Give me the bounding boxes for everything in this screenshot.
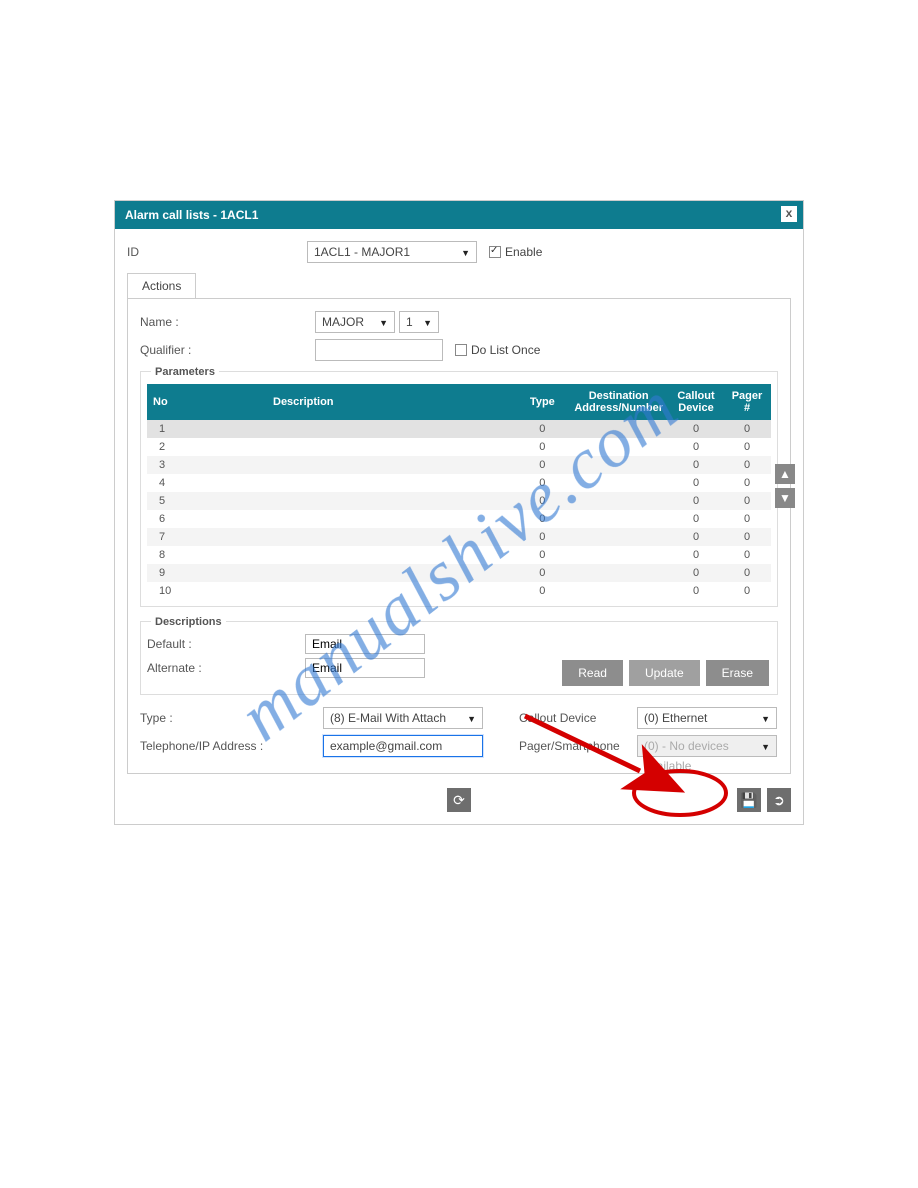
table-row[interactable]: 3000 [147,456,771,474]
th-pager: Pager # [723,384,771,420]
enable-checkbox[interactable] [489,246,501,258]
parameters-title: Parameters [151,366,219,378]
exit-button[interactable]: ➲ [767,788,791,812]
update-button[interactable]: Update [629,660,700,686]
qualifier-input[interactable] [315,339,443,361]
tab-actions[interactable]: Actions [127,273,196,298]
name-select-major[interactable]: MAJOR [315,311,395,333]
exit-icon: ➲ [773,792,785,808]
actions-panel: Name : MAJOR 1 Qualifier : Do List Once … [127,298,791,774]
close-button[interactable]: x [781,206,797,222]
alternate-label: Alternate : [147,661,297,675]
dialog-title: Alarm call lists - 1ACL1 [125,208,258,222]
th-call: Callout Device [669,384,723,420]
table-row[interactable]: 8000 [147,546,771,564]
telephone-input[interactable] [323,735,483,757]
table-row[interactable]: 1000 [147,420,771,438]
callout-device-label: Callout Device [519,711,629,725]
qualifier-label: Qualifier : [140,343,315,357]
descriptions-title: Descriptions [151,616,226,628]
parameters-table: No Description Type Destination Address/… [147,384,771,600]
type-label: Type : [140,711,315,725]
row-down-button[interactable]: ▼ [775,488,795,508]
do-list-once-label: Do List Once [471,343,540,357]
enable-label: Enable [505,245,542,259]
table-row[interactable]: 5000 [147,492,771,510]
name-label: Name : [140,315,315,329]
do-list-once-checkbox[interactable] [455,344,467,356]
table-row[interactable]: 9000 [147,564,771,582]
save-button[interactable]: 💾 [737,788,761,812]
alternate-input[interactable] [305,658,425,678]
th-type: Type [516,384,568,420]
parameters-table-wrap: No Description Type Destination Address/… [147,384,771,600]
default-label: Default : [147,637,297,651]
th-no: No [147,384,267,420]
default-input[interactable] [305,634,425,654]
title-bar: Alarm call lists - 1ACL1 x [115,201,803,229]
telephone-label: Telephone/IP Address : [140,739,315,753]
name-select-index[interactable]: 1 [399,311,439,333]
pager-select: (0) - No devices available [637,735,777,757]
erase-button[interactable]: Erase [706,660,769,686]
id-label: ID [127,245,307,259]
type-select[interactable]: (8) E-Mail With Attach [323,707,483,729]
th-dest: Destination Address/Number [568,384,669,420]
id-select[interactable]: 1ACL1 - MAJOR1 [307,241,477,263]
save-icon: 💾 [740,792,757,808]
refresh-icon: ⟳ [453,792,465,808]
callout-device-select[interactable]: (0) Ethernet [637,707,777,729]
refresh-button[interactable]: ⟳ [447,788,471,812]
table-row[interactable]: 4000 [147,474,771,492]
row-up-button[interactable]: ▲ [775,464,795,484]
table-row[interactable]: 6000 [147,510,771,528]
table-row[interactable]: 7000 [147,528,771,546]
table-row[interactable]: 10000 [147,582,771,600]
table-row[interactable]: 2000 [147,438,771,456]
alarm-call-lists-dialog: Alarm call lists - 1ACL1 x ID 1ACL1 - MA… [114,200,804,825]
pager-label: Pager/Smartphone [519,739,629,753]
read-button[interactable]: Read [562,660,623,686]
th-desc: Description [267,384,516,420]
